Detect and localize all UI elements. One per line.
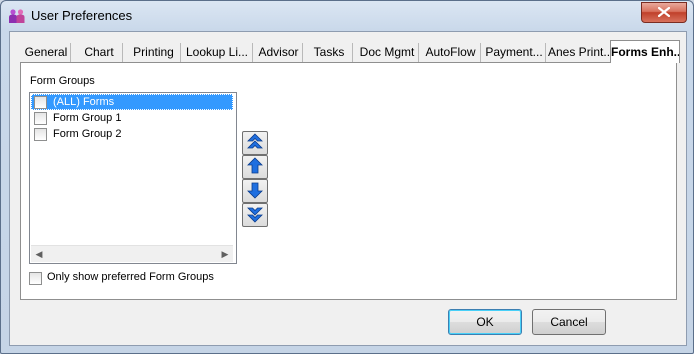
list-item[interactable]: Form Group 1	[31, 110, 233, 126]
only-preferred-checkbox[interactable]	[29, 272, 42, 285]
move-to-bottom-button[interactable]	[242, 203, 268, 227]
close-button[interactable]	[641, 2, 687, 23]
form-group-checkbox[interactable]	[34, 96, 47, 109]
tab-printing[interactable]: Printing	[127, 43, 181, 62]
form-group-checkbox[interactable]	[34, 128, 47, 141]
user-preferences-window: User Preferences General Chart Printing …	[0, 0, 694, 354]
move-up-button[interactable]	[242, 155, 268, 179]
horizontal-scrollbar[interactable]: ◀ ▶	[31, 245, 233, 262]
move-down-button[interactable]	[242, 179, 268, 203]
move-bottom-icon	[247, 205, 263, 226]
dialog-body: General Chart Printing Lookup Li... Advi…	[9, 31, 687, 346]
list-item[interactable]: Form Group 2	[31, 126, 233, 142]
move-up-icon	[247, 156, 263, 178]
close-icon	[657, 6, 671, 20]
form-group-checkbox[interactable]	[34, 112, 47, 125]
tab-autoflow[interactable]: AutoFlow	[421, 43, 481, 62]
cancel-button[interactable]: Cancel	[532, 309, 606, 335]
only-preferred-label: Only show preferred Form Groups	[47, 271, 214, 283]
tab-tasks[interactable]: Tasks	[306, 43, 353, 62]
ok-button[interactable]: OK	[448, 309, 522, 335]
tab-general[interactable]: General	[22, 43, 71, 62]
scroll-left-icon[interactable]: ◀	[31, 246, 47, 262]
tab-payment[interactable]: Payment...	[483, 43, 546, 62]
list-item-label: Form Group 2	[53, 128, 122, 140]
move-down-icon	[247, 181, 263, 202]
move-top-icon	[247, 132, 263, 154]
tab-chart[interactable]: Chart	[76, 43, 123, 62]
move-to-top-button[interactable]	[242, 131, 268, 155]
tab-advisor[interactable]: Advisor	[255, 43, 303, 62]
forms-enhancement-panel: Form Groups (ALL) Forms Form Group 1 For…	[20, 62, 677, 300]
tab-lookup-lists[interactable]: Lookup Li...	[182, 43, 253, 62]
tab-strip: General Chart Printing Lookup Li... Advi…	[20, 40, 680, 63]
tab-anes-print[interactable]: Anes Print...	[548, 43, 611, 62]
form-groups-list[interactable]: (ALL) Forms Form Group 1 Form Group 2 ◀ …	[29, 92, 237, 264]
form-groups-label: Form Groups	[30, 75, 95, 87]
window-title: User Preferences	[31, 8, 133, 23]
list-item-label: (ALL) Forms	[53, 96, 115, 108]
list-item[interactable]: (ALL) Forms	[31, 94, 233, 110]
users-icon	[8, 8, 26, 24]
tab-forms-enhancement[interactable]: Forms Enh...	[610, 40, 680, 63]
scroll-right-icon[interactable]: ▶	[217, 246, 233, 262]
list-item-label: Form Group 1	[53, 112, 122, 124]
tab-doc-mgmt[interactable]: Doc Mgmt	[356, 43, 419, 62]
title-bar[interactable]: User Preferences	[1, 1, 693, 31]
